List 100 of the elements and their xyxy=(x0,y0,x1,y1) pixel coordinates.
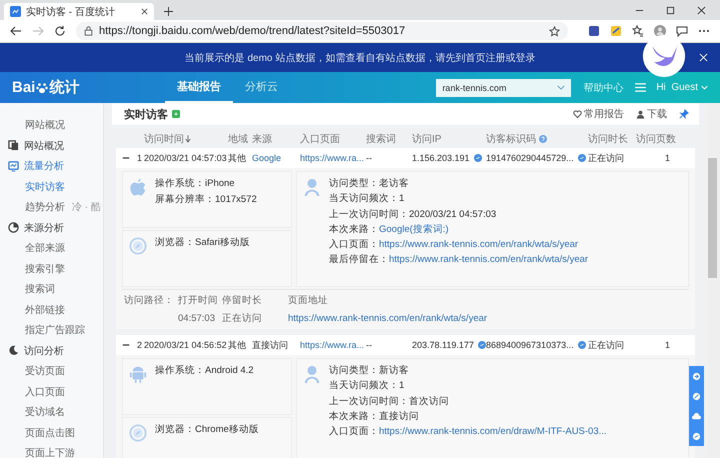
info-link[interactable]: Google(搜索词:) xyxy=(379,222,449,236)
sidebar-item[interactable]: 趋势分析 冷 · 酷 xyxy=(0,197,103,218)
row-number: 1 xyxy=(137,153,142,163)
back-icon[interactable] xyxy=(10,25,22,37)
close-icon[interactable] xyxy=(697,6,706,15)
info-dot-icon[interactable] xyxy=(578,341,586,349)
table-cell-text: 1 xyxy=(664,153,671,163)
column-header[interactable]: 地域 xyxy=(228,132,252,146)
path-duration: 正在访问 xyxy=(222,312,263,325)
page-title: 实时访客 xyxy=(124,108,168,122)
info-value: 1 xyxy=(399,192,404,206)
browser-tab[interactable]: 实时访客 - 百度统计 xyxy=(4,3,154,20)
source-link[interactable]: Google xyxy=(252,153,300,163)
table-cell: 1914760290445729... xyxy=(486,153,574,163)
close-icon[interactable] xyxy=(141,8,148,15)
info-value: 老访客 xyxy=(379,177,409,190)
sidebar-item[interactable]: 全部来源 xyxy=(0,238,103,258)
sidebar-item[interactable]: 搜索词 xyxy=(0,279,103,300)
sort-arrow-icon xyxy=(185,135,191,143)
user-menu[interactable]: Hi Guest xyxy=(656,82,708,93)
sidebar-item[interactable]: 来源分析 xyxy=(0,218,103,238)
favicon-icon xyxy=(10,6,21,17)
caret-icon[interactable] xyxy=(557,85,566,90)
help-icon xyxy=(539,135,547,143)
notice-text: 当前展示的是 demo 站点数据，如需查看自有站点数据，请先到首页注册或登录 xyxy=(184,52,536,64)
table-cell-text: 1 xyxy=(664,340,671,350)
header-action[interactable]: 常用报告 xyxy=(573,107,624,121)
baidu-tongji-logo[interactable]: Bai 统计 xyxy=(12,78,90,97)
device-info-text: 操作系统：iPhone xyxy=(155,177,236,190)
info-label: 入口页面： xyxy=(329,425,379,438)
path-time: 04:57:03 xyxy=(178,312,216,325)
info-dot-icon[interactable] xyxy=(578,154,586,162)
entry-page-link[interactable]: https://www.ra... xyxy=(300,340,366,350)
sidebar-item[interactable]: 受访页面 xyxy=(0,361,103,382)
compass-icon xyxy=(129,236,147,256)
info-label: 访问类型： xyxy=(329,364,379,377)
nav-tab[interactable]: 分析云 xyxy=(233,72,290,103)
entry-page-link[interactable]: https://www.ra... xyxy=(300,153,366,163)
column-header[interactable]: 访问页数 xyxy=(636,132,692,146)
browser-info-text: 浏览器：Chrome移动版 xyxy=(155,423,259,436)
sidebar-item[interactable]: 搜索引擎 xyxy=(0,258,103,279)
tab-title: 实时访客 - 百度统计 xyxy=(26,6,115,18)
menu-icon[interactable] xyxy=(635,83,646,92)
cloud-icon[interactable] xyxy=(692,412,701,420)
apple-icon xyxy=(129,177,147,197)
user-icon xyxy=(303,364,321,384)
chart-monitor-icon xyxy=(8,160,19,172)
device-info-text: 屏幕分辨率：1017x572 xyxy=(155,193,257,206)
sidebar-item[interactable]: 流量分析 xyxy=(0,156,103,176)
sidebar-item[interactable]: 外部链接 xyxy=(0,300,103,320)
info-link[interactable]: https://www.rank-tennis.com/en/draw/M-ITF-AUS-03... xyxy=(379,425,607,438)
header-action[interactable]: 下载 xyxy=(636,107,667,121)
extension-icon[interactable] xyxy=(610,25,622,37)
column-header[interactable]: 访客标识码 xyxy=(486,132,588,146)
info-label: 最后停留在： xyxy=(329,253,389,266)
sidebar-item[interactable]: 页面上下游 xyxy=(0,443,103,458)
pin-icon[interactable] xyxy=(679,109,689,119)
path-column-header: 页面地址 xyxy=(288,294,329,307)
row-number: 2 xyxy=(137,340,142,350)
edit-icon[interactable] xyxy=(692,392,701,400)
sidebar-item[interactable]: 受访域名 xyxy=(0,402,103,422)
sidebar-item[interactable]: 访问分析 xyxy=(0,340,103,361)
address-bar[interactable]: https://tongji.baidu.com/web/demo/trend/latest?siteId=5503017 xyxy=(76,22,568,40)
path-url-link[interactable]: https://www.rank-tennis.com/en/rank/wta/s/year xyxy=(288,312,689,325)
browser-info-text: 浏览器：Safari移动版 xyxy=(155,236,250,249)
path-column-header: 打开时间 xyxy=(178,294,216,307)
column-header[interactable]: 入口页面 xyxy=(300,132,366,146)
info-label: 当天访问频次： xyxy=(329,192,399,206)
extension-icon[interactable] xyxy=(588,25,600,37)
column-header[interactable]: 访问时间 xyxy=(144,132,228,146)
site-select[interactable]: rank-tennis.com xyxy=(436,78,572,96)
info-dot-icon[interactable] xyxy=(474,154,482,162)
live-badge-icon xyxy=(172,110,180,118)
sidebar-item[interactable]: 页面点击图 xyxy=(0,422,103,443)
column-header[interactable]: 访问IP xyxy=(412,132,486,146)
info-value: 2020/03/21 04:57:03 xyxy=(409,208,496,221)
sidebar-item[interactable]: 网站概况 xyxy=(0,115,103,136)
info-value: 首次访问 xyxy=(409,394,449,408)
favorites-icon[interactable] xyxy=(632,25,644,37)
feedback-icon[interactable] xyxy=(676,25,688,37)
table-cell-text: 其他 xyxy=(228,152,247,164)
scrollbar[interactable] xyxy=(705,103,720,458)
table-cell-text: -- xyxy=(366,153,373,163)
sidebar-item[interactable]: 入口页面 xyxy=(0,382,103,402)
sidebar-item[interactable]: 网站概况 xyxy=(0,136,103,156)
pages-icon xyxy=(8,140,19,152)
column-header[interactable]: 来源 xyxy=(252,132,300,146)
new-tab-icon[interactable] xyxy=(164,7,173,16)
sidebar-item[interactable]: 实时访客 xyxy=(0,176,103,197)
bird-icon[interactable] xyxy=(642,34,686,78)
info-link[interactable]: https://www.rank-tennis.com/en/rank/wta/s/year xyxy=(379,238,578,252)
star-icon[interactable] xyxy=(549,26,560,36)
info-label: 上一次访问时间： xyxy=(329,394,409,408)
info-value: 直接访问 xyxy=(379,410,419,423)
info-dot-icon[interactable] xyxy=(478,341,486,349)
column-header[interactable]: 访问时长 xyxy=(588,132,636,146)
column-header[interactable]: 搜索词 xyxy=(366,132,412,146)
maximize-icon[interactable] xyxy=(666,6,675,15)
info-link[interactable]: https://www.rank-tennis.com/en/rank/wta/s/year xyxy=(389,253,588,266)
sidebar-item[interactable]: 指定广告跟踪 xyxy=(0,320,103,340)
